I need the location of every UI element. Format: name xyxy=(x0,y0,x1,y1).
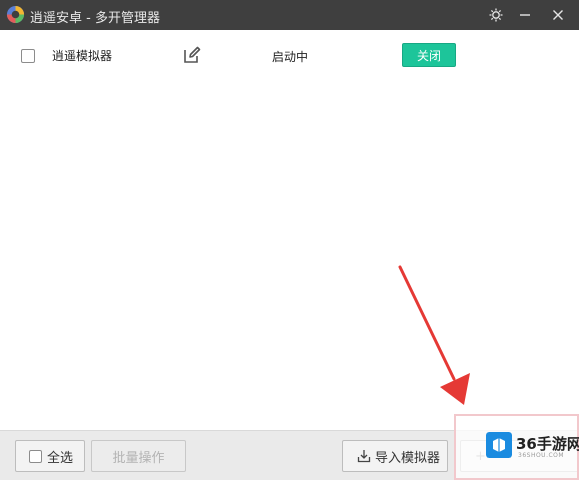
instance-name: 逍遥模拟器 xyxy=(52,49,113,63)
watermark-site: 36SHOU.COM xyxy=(518,452,565,459)
close-window-button[interactable] xyxy=(546,3,570,27)
select-all-label: 全选 xyxy=(47,450,74,466)
watermark-brand: 36手游网 xyxy=(516,435,579,453)
minimize-icon xyxy=(520,14,530,16)
title-bar: 逍遥安卓 - 多开管理器 xyxy=(0,0,579,30)
batch-operation-button[interactable]: 批量操作 xyxy=(91,440,186,472)
settings-button[interactable] xyxy=(484,3,508,27)
instance-row: 逍遥模拟器 启动中 关闭 xyxy=(0,36,579,74)
import-emulator-label: 导入模拟器 xyxy=(375,450,441,466)
settings-icon xyxy=(489,8,503,22)
import-emulator-button[interactable]: 导入模拟器 xyxy=(342,440,448,472)
select-all-checkbox[interactable] xyxy=(29,449,42,463)
app-logo-icon xyxy=(6,5,25,24)
multi-instance-manager-window: 逍遥安卓 - 多开管理器 逍遥模拟器 启动中 关闭 全选 批量操作 导入模拟器 … xyxy=(0,0,579,480)
instance-checkbox[interactable] xyxy=(21,49,35,63)
instance-status: 启动中 xyxy=(272,50,309,64)
close-icon xyxy=(553,10,563,20)
batch-operation-label: 批量操作 xyxy=(112,450,165,466)
watermark-logo-icon xyxy=(486,432,512,458)
minimize-button[interactable] xyxy=(513,3,537,27)
select-all-button[interactable]: 全选 xyxy=(15,440,85,472)
edit-icon[interactable] xyxy=(182,45,202,65)
instance-close-button[interactable]: 关闭 xyxy=(402,43,456,67)
import-icon xyxy=(357,450,371,463)
annotation-arrow xyxy=(398,265,470,405)
window-title: 逍遥安卓 - 多开管理器 xyxy=(30,11,160,26)
